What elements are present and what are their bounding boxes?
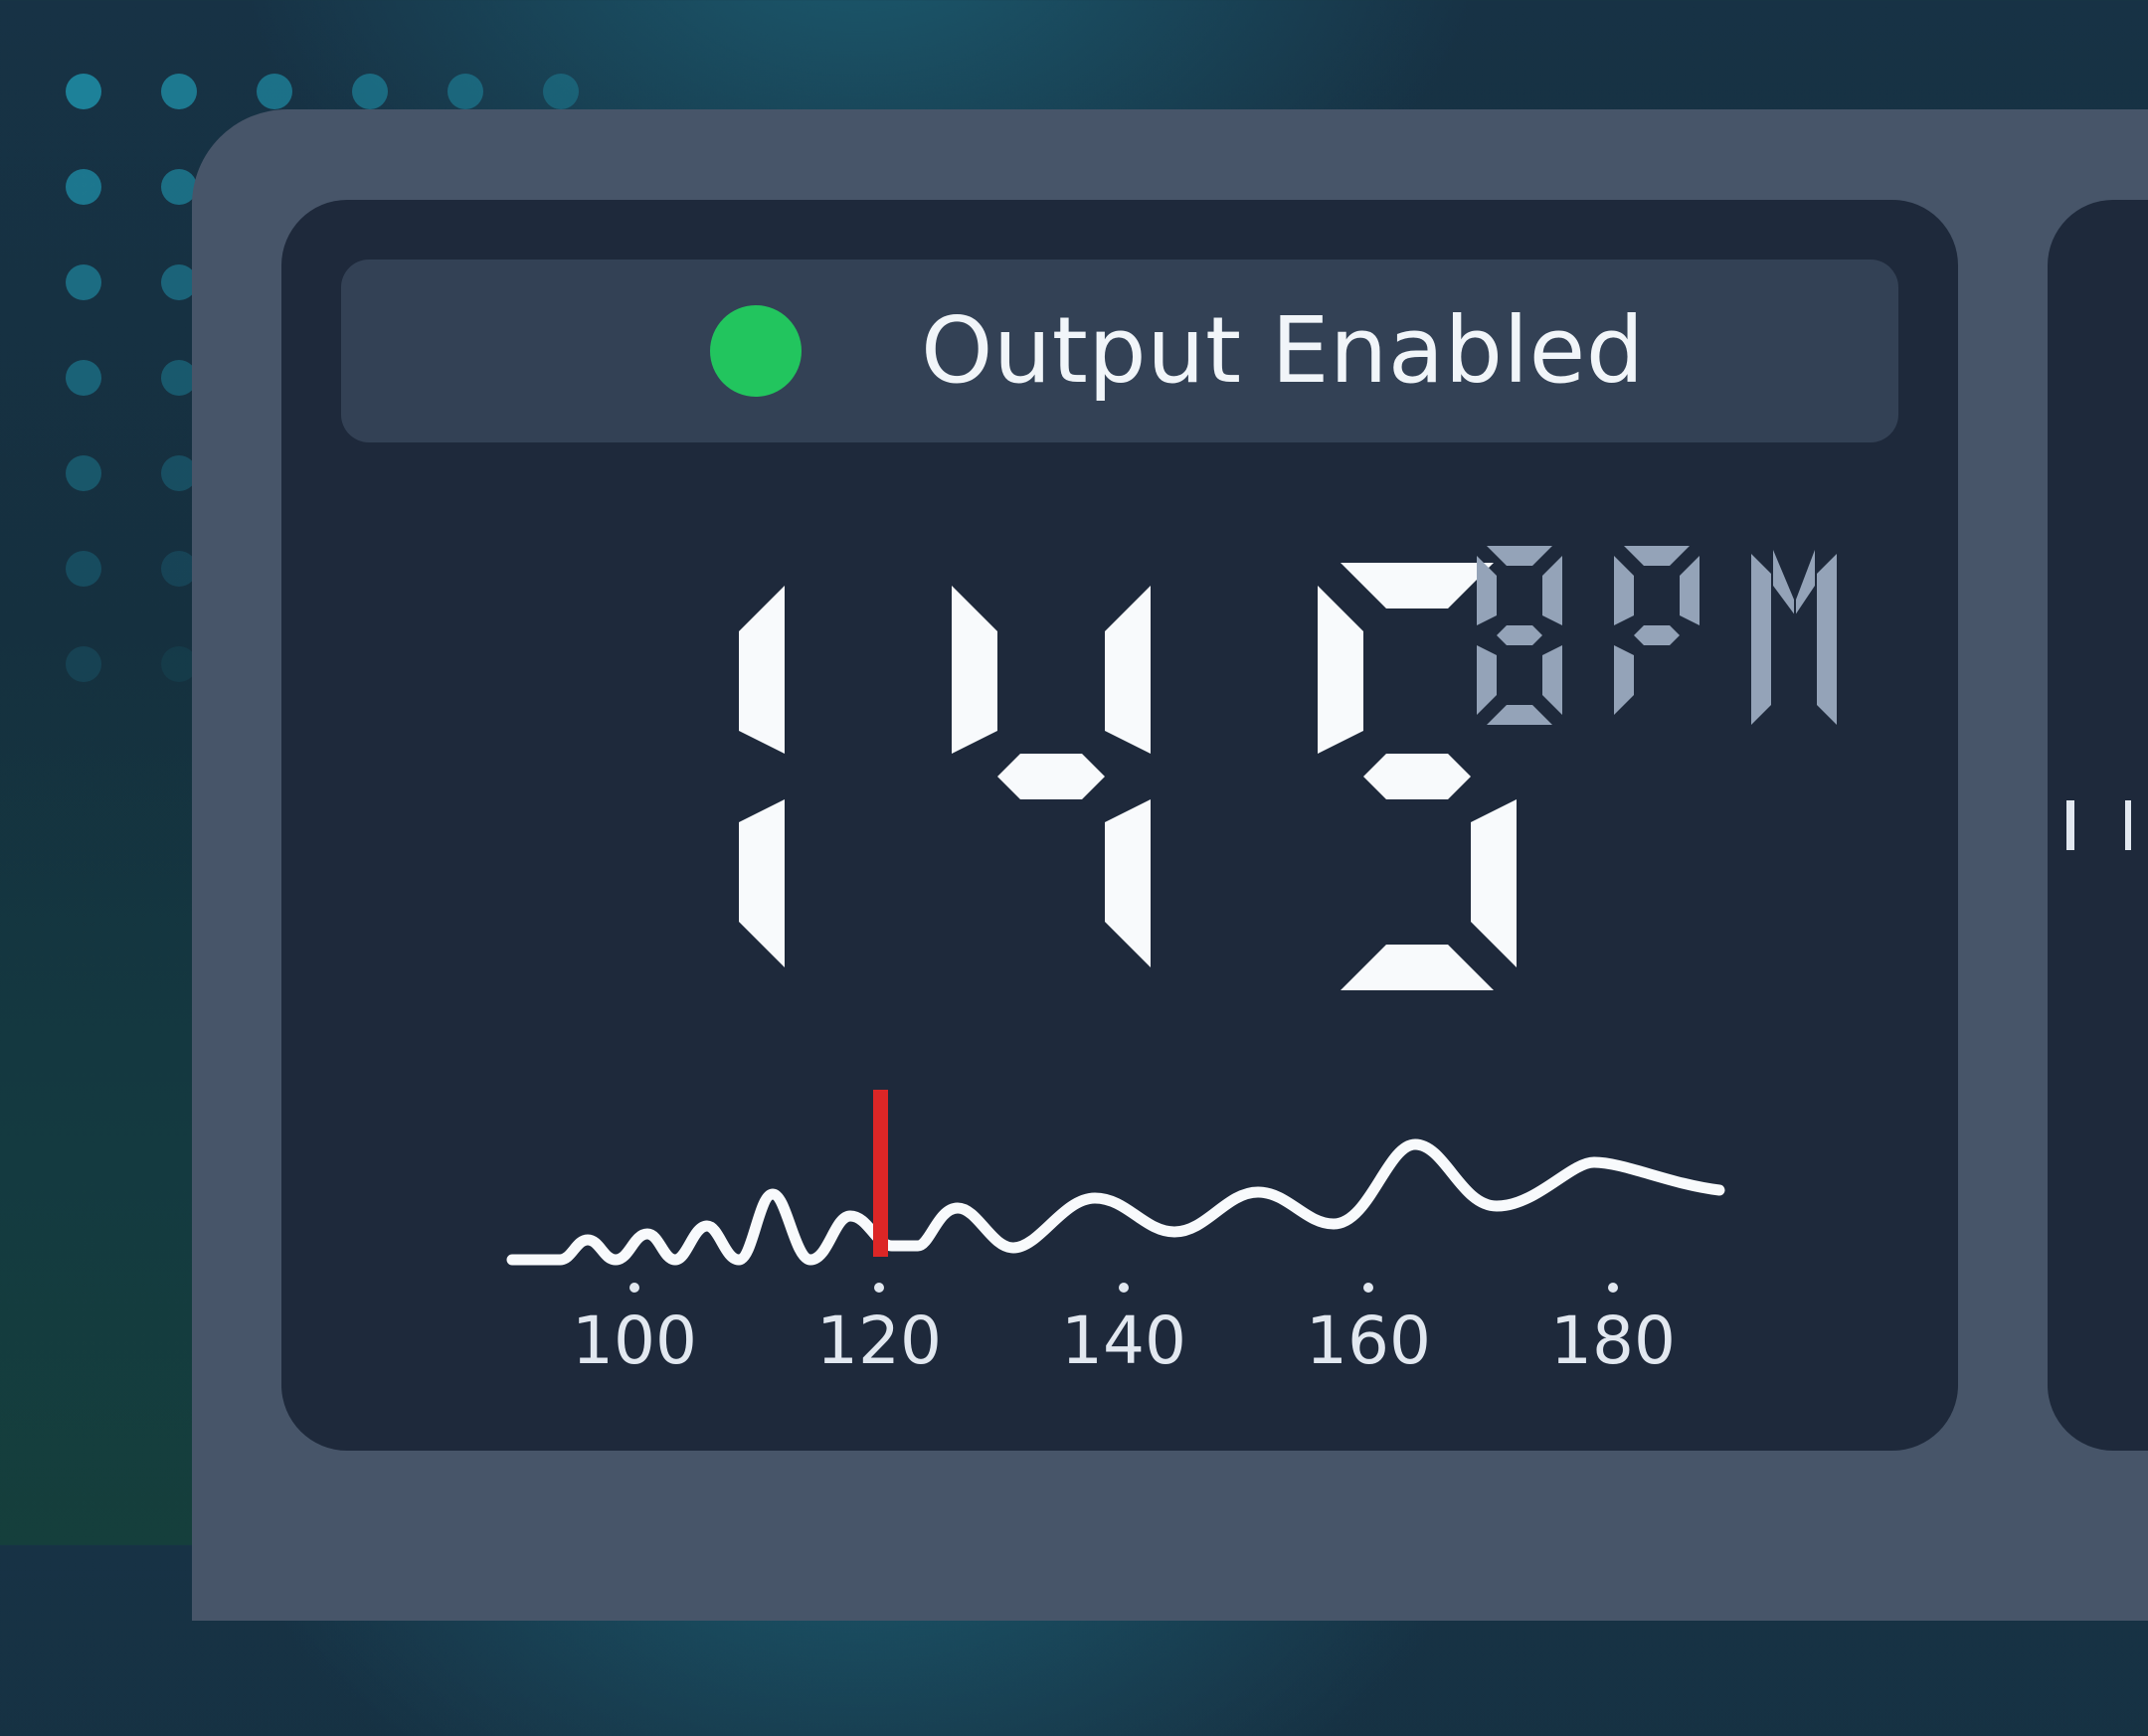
- digit-M: [1751, 550, 1837, 725]
- decor-dot: [66, 169, 101, 205]
- decor-dot: [161, 74, 197, 109]
- digit-B: [1477, 546, 1562, 725]
- decor-dot: [66, 455, 101, 491]
- digit-P: [1614, 546, 1700, 715]
- bpm-readout: [739, 563, 1517, 990]
- digit-1: [739, 586, 785, 967]
- decor-dot: [543, 74, 579, 109]
- bpm-display-panel: Output Enabled 100 120 140 160 180: [281, 200, 1958, 1451]
- secondary-meter-ticks: [2066, 800, 2131, 850]
- decor-dot: [257, 74, 292, 109]
- scale-tick: [1608, 1283, 1618, 1293]
- decor-dot: [66, 264, 101, 300]
- decor-dot: [66, 551, 101, 587]
- decor-dot: [66, 360, 101, 396]
- decor-dot: [66, 74, 101, 109]
- decor-dot: [352, 74, 388, 109]
- decor-dot: [66, 646, 101, 682]
- digit-4: [952, 586, 1151, 967]
- bpm-unit-label: [1477, 546, 1837, 725]
- decor-dot: [448, 74, 483, 109]
